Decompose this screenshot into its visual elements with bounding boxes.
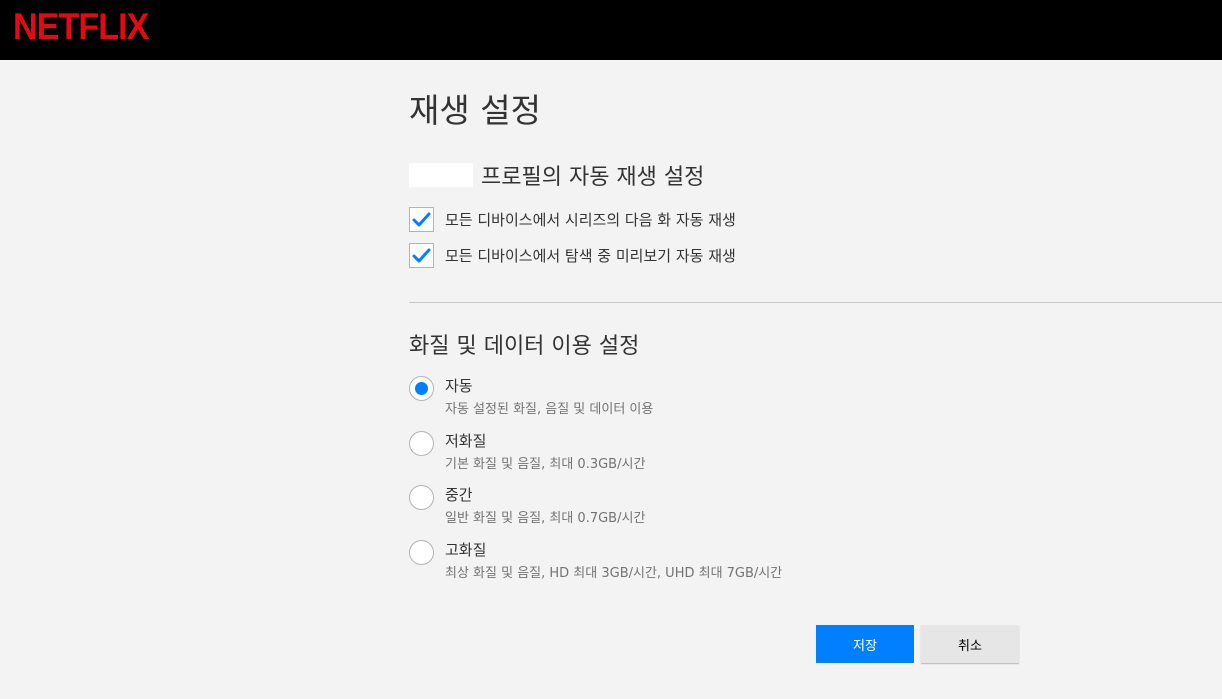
- quality-medium-desc: 일반 화질 및 음질, 최대 0.7GB/시간: [445, 511, 646, 526]
- quality-low-label: 저화질: [445, 432, 487, 450]
- quality-low-desc: 기본 화질 및 음질, 최대 0.3GB/시간: [445, 457, 646, 472]
- quality-medium-radio[interactable]: [409, 485, 434, 510]
- autoplay-heading-text: 프로필의 자동 재생 설정: [481, 165, 705, 190]
- quality-option-high[interactable]: 고화질 최상 화질 및 음질, HD 최대 3GB/시간, UHD 최대 7GB…: [409, 540, 782, 582]
- checkmark-icon: [412, 248, 431, 263]
- cancel-button[interactable]: 취소: [921, 625, 1019, 663]
- quality-medium-label: 중간: [445, 486, 473, 504]
- autoplay-next-episode-option[interactable]: 모든 디바이스에서 시리즈의 다음 화 자동 재생: [409, 207, 736, 232]
- playback-settings-panel: 재생 설정 프로필의 자동 재생 설정 모든 디바이스에서 시리즈의 다음 화 …: [409, 60, 1222, 699]
- quality-option-auto[interactable]: 자동 자동 설정된 화질, 음질 및 데이터 이용: [409, 376, 653, 418]
- profile-name-redacted: [409, 163, 473, 187]
- section-divider: [409, 302, 1222, 303]
- top-bar: NETFLIX: [0, 0, 1222, 60]
- page-title: 재생 설정: [409, 91, 541, 130]
- autoplay-previews-label: 모든 디바이스에서 탐색 중 미리보기 자동 재생: [445, 247, 736, 265]
- quality-auto-label: 자동: [445, 377, 473, 395]
- radio-selected-dot: [415, 382, 428, 395]
- autoplay-next-episode-label: 모든 디바이스에서 시리즈의 다음 화 자동 재생: [445, 211, 736, 229]
- quality-high-desc: 최상 화질 및 음질, HD 최대 3GB/시간, UHD 최대 7GB/시간: [445, 566, 783, 581]
- autoplay-previews-option[interactable]: 모든 디바이스에서 탐색 중 미리보기 자동 재생: [409, 243, 736, 268]
- netflix-logo[interactable]: NETFLIX: [13, 6, 149, 48]
- quality-option-medium[interactable]: 중간 일반 화질 및 음질, 최대 0.7GB/시간: [409, 485, 645, 527]
- checkmark-icon: [412, 212, 431, 227]
- quality-high-label: 고화질: [445, 541, 487, 559]
- autoplay-heading: 프로필의 자동 재생 설정: [409, 162, 705, 190]
- autoplay-next-episode-checkbox[interactable]: [409, 207, 434, 232]
- quality-heading: 화질 및 데이터 이용 설정: [409, 334, 640, 359]
- save-button[interactable]: 저장: [816, 625, 914, 663]
- quality-option-low[interactable]: 저화질 기본 화질 및 음질, 최대 0.3GB/시간: [409, 431, 645, 473]
- quality-auto-desc: 자동 설정된 화질, 음질 및 데이터 이용: [445, 402, 654, 417]
- autoplay-previews-checkbox[interactable]: [409, 243, 434, 268]
- quality-high-radio[interactable]: [409, 540, 434, 565]
- quality-auto-radio[interactable]: [409, 376, 434, 401]
- quality-low-radio[interactable]: [409, 431, 434, 456]
